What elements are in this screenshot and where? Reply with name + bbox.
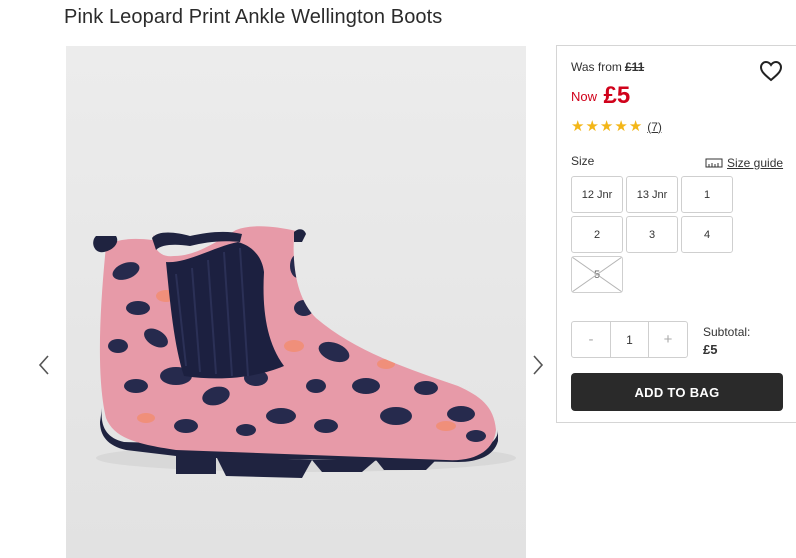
now-price-value: £5 [603, 82, 631, 109]
star-icon: ★ [614, 118, 628, 135]
size-option[interactable]: 2 [571, 216, 623, 253]
was-price-value: £11 [624, 60, 645, 74]
ruler-icon [705, 158, 723, 168]
now-label: Now [571, 89, 598, 104]
size-options: 12 Jnr 13 Jnr 1 2 3 4 5 [571, 176, 733, 293]
review-count-link[interactable]: (7) [647, 120, 662, 134]
wishlist-button[interactable] [759, 60, 783, 82]
subtotal-label: Subtotal: [703, 325, 751, 339]
star-icon: ★ [628, 118, 643, 135]
star-icon: ★ [585, 118, 599, 135]
product-image [66, 46, 526, 558]
size-guide-label: Size guide [727, 156, 784, 170]
heart-icon [759, 60, 783, 82]
size-option-out-of-stock: 5 [571, 256, 623, 293]
star-icon: ★ [599, 118, 614, 135]
quantity-value[interactable]: 1 [610, 322, 649, 357]
subtotal-amount: £5 [703, 342, 718, 357]
size-label: Size [571, 154, 595, 168]
size-option[interactable]: 3 [626, 216, 678, 253]
next-image-button[interactable] [528, 352, 548, 378]
prev-image-button[interactable] [34, 352, 54, 378]
size-option[interactable]: 12 Jnr [571, 176, 623, 213]
quantity-stepper: - 1 + [571, 321, 688, 358]
rating: ★ ★ ★ ★ ★ (7) [571, 119, 662, 134]
subtotal: Subtotal: £5 [703, 324, 750, 358]
purchase-panel: Was from £11 Now £5 ★ ★ ★ ★ ★ (7) Size Si… [556, 45, 796, 423]
quantity-increase-button[interactable]: + [649, 322, 687, 357]
product-title: Pink Leopard Print Ankle Wellington Boot… [64, 6, 443, 28]
quantity-decrease-button[interactable]: - [572, 322, 610, 357]
chevron-left-icon [38, 355, 49, 375]
was-label: Was from [571, 60, 622, 74]
was-price: Was from £11 [571, 60, 644, 74]
size-option[interactable]: 13 Jnr [626, 176, 678, 213]
unavailable-cross-icon [572, 257, 622, 292]
now-price: Now £5 [571, 82, 630, 110]
add-to-bag-button[interactable]: ADD TO BAG [571, 373, 783, 411]
boot-image [66, 46, 526, 558]
size-guide-link[interactable]: Size guide [705, 156, 783, 170]
chevron-right-icon [533, 355, 544, 375]
star-icon: ★ [571, 118, 585, 135]
size-option[interactable]: 4 [681, 216, 733, 253]
size-option[interactable]: 1 [681, 176, 733, 213]
